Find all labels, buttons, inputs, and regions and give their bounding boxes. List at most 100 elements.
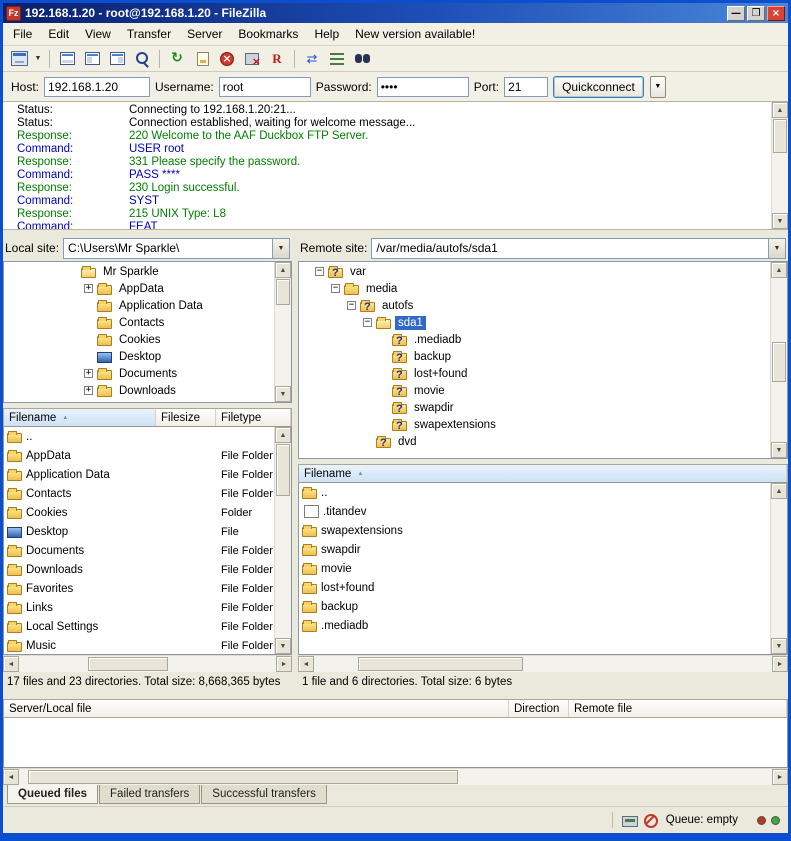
scroll-down-icon[interactable]: ▼ [771,638,787,654]
scroll-right-icon[interactable]: ► [772,769,788,785]
scrollbar-thumb[interactable] [773,119,787,153]
file-row[interactable]: Cookies Folder [4,503,274,522]
scroll-right-icon[interactable]: ► [276,656,292,672]
tree-item[interactable]: lost+found [299,365,770,382]
toggle-remote-tree-button[interactable] [105,48,129,70]
scrollbar-thumb[interactable] [276,279,290,305]
file-row[interactable]: Application Data File Folder [4,465,274,484]
menu-item[interactable]: Transfer [119,24,179,44]
scroll-right-icon[interactable]: ► [772,656,788,672]
expander-icon[interactable] [347,301,356,310]
reconnect-button[interactable] [265,48,289,70]
synchronized-browsing-button[interactable] [325,48,349,70]
message-log-scrollbar[interactable]: ▲ ▼ [771,102,788,229]
toggle-transfer-queue-button[interactable] [130,48,154,70]
chevron-down-icon[interactable]: ▼ [768,239,785,258]
scrollbar-thumb[interactable] [358,657,523,671]
file-row[interactable]: Documents File Folder [4,541,274,560]
tree-item[interactable]: Application Data [4,297,274,314]
close-button[interactable]: × [767,6,785,21]
scroll-left-icon[interactable]: ◄ [3,769,19,785]
tree-item[interactable]: media [299,280,770,297]
tree-item[interactable]: AppData [4,280,274,297]
file-row[interactable]: Favorites File Folder [4,579,274,598]
port-input[interactable] [504,77,548,97]
scroll-up-icon[interactable]: ▲ [772,102,788,118]
menu-item[interactable]: Edit [40,24,77,44]
menu-item[interactable]: Bookmarks [230,24,306,44]
file-row[interactable]: Links File Folder [4,598,274,617]
file-row[interactable]: Downloads File Folder [4,560,274,579]
local-site-combobox[interactable]: C:\Users\Mr Sparkle\ ▼ [63,238,290,259]
scroll-down-icon[interactable]: ▼ [772,213,788,229]
column-header[interactable]: Direction [509,700,569,717]
menu-item[interactable]: File [5,24,40,44]
local-list-hscrollbar[interactable]: ◄ ► [3,655,292,672]
menu-item[interactable]: Help [306,24,347,44]
column-header[interactable]: Filename [299,465,787,482]
tree-item[interactable]: Mr Sparkle [4,263,274,280]
scroll-up-icon[interactable]: ▲ [275,262,291,278]
tree-item[interactable]: autofs [299,297,770,314]
menu-item[interactable]: View [77,24,119,44]
find-files-button[interactable] [350,48,374,70]
column-header[interactable]: Filetype [216,409,291,426]
scroll-up-icon[interactable]: ▲ [771,483,787,499]
column-header[interactable]: Remote file [569,700,787,717]
scroll-down-icon[interactable]: ▼ [275,386,291,402]
scroll-down-icon[interactable]: ▼ [771,442,787,458]
filter-status-icon[interactable] [642,813,658,827]
scroll-up-icon[interactable]: ▲ [771,262,787,278]
expander-icon[interactable] [363,318,372,327]
scrollbar-thumb[interactable] [772,342,786,382]
remote-list-hscrollbar[interactable]: ◄ ► [298,655,788,672]
quickconnect-button[interactable]: Quickconnect [553,76,644,98]
synchronized-browsing-status-icon[interactable] [622,816,638,827]
expander-icon[interactable] [331,284,340,293]
minimize-button[interactable]: — [727,6,745,21]
tree-item[interactable]: swapdir [299,399,770,416]
file-row[interactable]: Music File Folder [4,636,274,654]
tree-item[interactable]: sda1 [299,314,770,331]
titlebar[interactable]: Fz 192.168.1.20 - root@192.168.1.20 - Fi… [3,3,788,23]
tree-item[interactable]: Desktop [4,348,274,365]
file-row[interactable]: movie [299,559,770,578]
chevron-down-icon[interactable]: ▼ [272,239,289,258]
menu-item[interactable]: Server [179,24,230,44]
site-manager-dropdown[interactable]: ▼ [32,48,44,70]
maximize-button[interactable]: ❐ [747,6,765,21]
file-row[interactable]: AppData File Folder [4,446,274,465]
local-tree-scrollbar[interactable]: ▲ ▼ [274,262,291,402]
filter-button[interactable] [190,48,214,70]
remote-site-combobox[interactable]: /var/media/autofs/sda1 ▼ [371,238,786,259]
toggle-message-log-button[interactable] [55,48,79,70]
file-row[interactable]: Desktop File [4,522,274,541]
scroll-up-icon[interactable]: ▲ [275,427,291,443]
remote-list-scrollbar[interactable]: ▲ ▼ [770,483,787,654]
queue-tab[interactable]: Queued files [7,785,98,804]
scroll-left-icon[interactable]: ◄ [3,656,19,672]
file-row[interactable]: backup [299,597,770,616]
tree-item[interactable]: movie [299,382,770,399]
site-manager-button[interactable] [7,48,31,70]
file-row[interactable]: .mediadb [299,616,770,635]
scroll-left-icon[interactable]: ◄ [298,656,314,672]
file-row[interactable]: Local Settings File Folder [4,617,274,636]
column-header[interactable]: Filename [4,409,156,426]
tree-item[interactable]: .mediadb [299,331,770,348]
password-input[interactable] [377,77,469,97]
menu-item[interactable]: New version available! [347,24,483,44]
file-row[interactable]: Contacts File Folder [4,484,274,503]
queue-list[interactable] [3,718,788,768]
expander-icon[interactable] [315,267,324,276]
queue-tab[interactable]: Failed transfers [99,785,200,804]
expander-icon[interactable] [84,369,93,378]
file-row[interactable]: lost+found [299,578,770,597]
file-row[interactable]: .titandev [299,502,770,521]
quickconnect-dropdown[interactable]: ▼ [650,76,666,98]
refresh-button[interactable] [165,48,189,70]
scrollbar-thumb[interactable] [88,657,168,671]
tree-item[interactable]: Downloads [4,382,274,399]
column-header[interactable]: Filesize [156,409,216,426]
file-row[interactable]: .. [299,483,770,502]
